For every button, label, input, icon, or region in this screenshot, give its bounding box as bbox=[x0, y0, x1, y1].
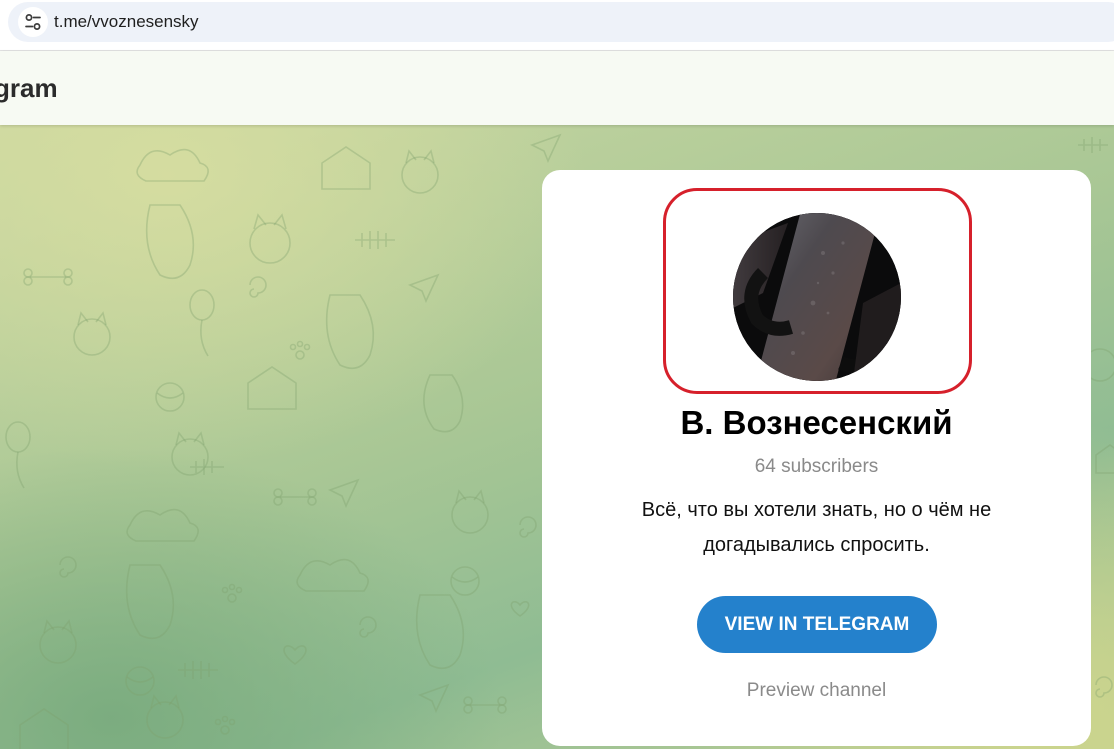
channel-avatar[interactable] bbox=[733, 213, 901, 381]
url-text[interactable]: t.me/vvoznesensky bbox=[54, 12, 199, 32]
channel-description: Всё, что вы хотели знать, но о чём не до… bbox=[641, 499, 992, 556]
site-title[interactable]: gram bbox=[0, 73, 58, 104]
view-in-telegram-button[interactable]: VIEW IN TELEGRAM bbox=[697, 596, 937, 653]
channel-title: В. Вознесенский bbox=[680, 404, 953, 441]
browser-toolbar: t.me/vvoznesensky bbox=[0, 0, 1114, 51]
channel-card: В. Вознесенский 64 subscribers Всё, что … bbox=[542, 170, 1091, 746]
address-bar[interactable]: t.me/vvoznesensky bbox=[8, 2, 1114, 42]
subscriber-count: 64 subscribers bbox=[754, 456, 879, 477]
site-header: gram bbox=[0, 51, 1114, 125]
tune-icon[interactable] bbox=[18, 7, 48, 37]
avatar-image bbox=[733, 213, 901, 381]
preview-channel-link[interactable]: Preview channel bbox=[542, 680, 1091, 702]
